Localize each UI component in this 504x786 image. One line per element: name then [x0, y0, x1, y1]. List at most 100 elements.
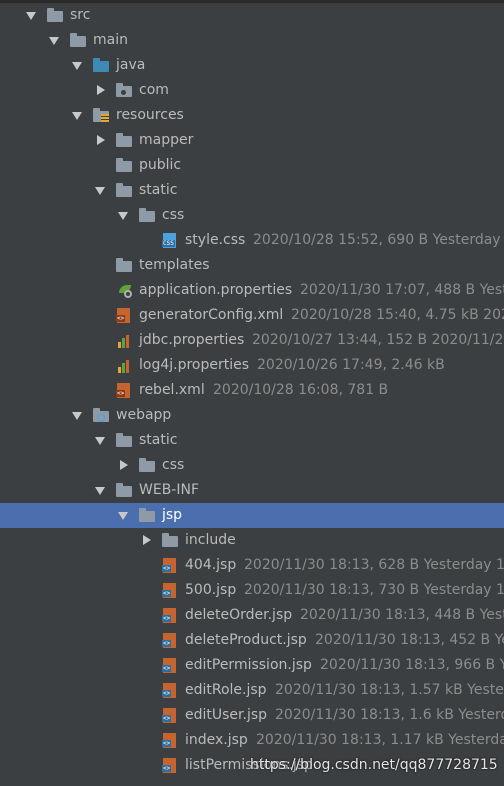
chevron-right-icon[interactable]: [139, 528, 153, 553]
tree-row-jsp[interactable]: jsp: [0, 503, 504, 528]
chevron-down-icon[interactable]: [116, 503, 130, 528]
tree-row-src[interactable]: src: [0, 3, 504, 28]
watermark-text: https://blog.csdn.net/qq877728715: [250, 757, 498, 773]
tree-row-style-css[interactable]: CSS style.css 2020/10/28 15:52, 690 B Yest…: [0, 228, 504, 253]
package-icon: [115, 82, 133, 98]
tree-row-webapp[interactable]: webapp: [0, 403, 504, 428]
tree-row-static[interactable]: static: [0, 178, 504, 203]
tree-item-label: WEB-INF: [139, 482, 199, 498]
web-folder-icon: [92, 407, 110, 423]
tree-item-label: resources: [116, 107, 184, 123]
tree-row-generatorconfig-xml[interactable]: <> generatorConfig.xml 2020/10/28 15:40, 4…: [0, 303, 504, 328]
tree-item-label: static: [139, 182, 178, 198]
tree-item-label: src: [70, 7, 91, 23]
project-tree[interactable]: src main java com resources mapper public stati…: [0, 3, 504, 778]
tree-item-label: java: [116, 57, 146, 73]
jsp-file-icon: <>: [161, 582, 179, 598]
tree-item-label: jdbc.properties: [139, 332, 245, 348]
resources-folder-icon: [92, 107, 110, 123]
xml-file-icon: <>: [115, 382, 133, 398]
file-meta-text: 2020/11/30 18:13, 730 B Yesterday 18:12: [244, 582, 504, 598]
chevron-down-icon[interactable]: [93, 428, 107, 453]
tree-row-editpermission-jsp[interactable]: <> editPermission.jsp 2020/11/30 18:13, 96…: [0, 653, 504, 678]
chevron-down-icon[interactable]: [70, 53, 84, 78]
chevron-down-icon[interactable]: [47, 28, 61, 53]
file-meta-text: 2020/11/30 18:13, 1.57 kB Yesterday: [275, 682, 504, 698]
tree-row-public[interactable]: public: [0, 153, 504, 178]
file-meta-text: 2020/10/26 17:49, 2.46 kB: [257, 357, 445, 373]
tree-row-index-jsp[interactable]: <> index.jsp 2020/11/30 18:13, 1.17 kB Yes…: [0, 728, 504, 753]
tree-row-resources[interactable]: resources: [0, 103, 504, 128]
jsp-file-icon: <>: [161, 707, 179, 723]
tree-item-label: include: [185, 532, 236, 548]
file-meta-text: 2020/11/30 18:13, 448 B Yesterd: [300, 607, 504, 623]
folder-icon: [115, 132, 133, 148]
chevron-right-icon[interactable]: [93, 78, 107, 103]
folder-icon: [69, 32, 87, 48]
tree-item-label: mapper: [139, 132, 194, 148]
tree-row-application-properties[interactable]: application.properties 2020/11/30 17:07, …: [0, 278, 504, 303]
chevron-down-icon[interactable]: [24, 3, 38, 28]
folder-icon: [138, 457, 156, 473]
tree-item-label: static: [139, 432, 178, 448]
tree-item-label: 500.jsp: [185, 582, 237, 598]
tree-item-label: application.properties: [139, 282, 293, 298]
folder-icon: [115, 182, 133, 198]
file-meta-text: 2020/11/30 17:07, 488 B Yesterday: [300, 282, 504, 298]
tree-row-templates[interactable]: templates: [0, 253, 504, 278]
folder-icon: [161, 532, 179, 548]
tree-row-com[interactable]: com: [0, 78, 504, 103]
properties-file-icon: [115, 332, 133, 348]
tree-row-404-jsp[interactable]: <> 404.jsp 2020/11/30 18:13, 628 B Yesterd…: [0, 553, 504, 578]
tree-row-web-inf[interactable]: WEB-INF: [0, 478, 504, 503]
jsp-file-icon: <>: [161, 682, 179, 698]
tree-row-editrole-jsp[interactable]: <> editRole.jsp 2020/11/30 18:13, 1.57 kB …: [0, 678, 504, 703]
tree-row-deleteproduct-jsp[interactable]: <> deleteProduct.jsp 2020/11/30 18:13, 452…: [0, 628, 504, 653]
tree-item-label: main: [93, 32, 128, 48]
tree-row-main[interactable]: main: [0, 28, 504, 53]
tree-row-mapper[interactable]: mapper: [0, 128, 504, 153]
chevron-down-icon[interactable]: [70, 403, 84, 428]
chevron-right-icon[interactable]: [116, 453, 130, 478]
tree-item-label: index.jsp: [185, 732, 248, 748]
tree-row-css[interactable]: css: [0, 203, 504, 228]
tree-row-include[interactable]: include: [0, 528, 504, 553]
chevron-down-icon[interactable]: [70, 103, 84, 128]
tree-row-jdbc-properties[interactable]: jdbc.properties 2020/10/27 13:44, 152 B 2…: [0, 328, 504, 353]
tree-row-deleteorder-jsp[interactable]: <> deleteOrder.jsp 2020/11/30 18:13, 448 B…: [0, 603, 504, 628]
chevron-down-icon[interactable]: [93, 178, 107, 203]
tree-item-label: rebel.xml: [139, 382, 205, 398]
spring-properties-icon: [115, 282, 133, 298]
tree-item-label: deleteOrder.jsp: [185, 607, 293, 623]
folder-icon: [115, 482, 133, 498]
tree-item-label: 404.jsp: [185, 557, 237, 573]
xml-file-icon: <>: [115, 307, 133, 323]
chevron-down-icon[interactable]: [93, 478, 107, 503]
jsp-file-icon: <>: [161, 732, 179, 748]
tree-item-label: style.css: [185, 232, 246, 248]
folder-icon: [138, 207, 156, 223]
chevron-right-icon[interactable]: [93, 128, 107, 153]
tree-row-rebel-xml[interactable]: <> rebel.xml 2020/10/28 16:08, 781 B: [0, 378, 504, 403]
tree-row-java[interactable]: java: [0, 53, 504, 78]
file-meta-text: 2020/11/30 18:13, 628 B Yesterday 18:12: [244, 557, 504, 573]
folder-icon: [115, 432, 133, 448]
tree-item-label: com: [139, 82, 169, 98]
tree-row-500-jsp[interactable]: <> 500.jsp 2020/11/30 18:13, 730 B Yesterd…: [0, 578, 504, 603]
tree-item-label: editUser.jsp: [185, 707, 268, 723]
file-meta-text: 2020/11/30 18:13, 452 B Yeste: [315, 632, 504, 648]
file-meta-text: 2020/11/30 18:13, 1.6 kB Yesterday 1: [275, 707, 504, 723]
tree-row-static[interactable]: static: [0, 428, 504, 453]
tree-row-log4j-properties[interactable]: log4j.properties 2020/10/26 17:49, 2.46 k…: [0, 353, 504, 378]
file-meta-text: 2020/10/27 13:44, 152 B 2020/11/27 16: [252, 332, 504, 348]
file-meta-text: 2020/11/30 18:13, 966 B Yest: [320, 657, 504, 673]
tree-item-label: deleteProduct.jsp: [185, 632, 307, 648]
file-meta-text: 2020/10/28 16:08, 781 B: [213, 382, 389, 398]
properties-file-icon: [115, 357, 133, 373]
tree-item-label: jsp: [162, 507, 183, 523]
tree-row-edituser-jsp[interactable]: <> editUser.jsp 2020/11/30 18:13, 1.6 kB Y…: [0, 703, 504, 728]
tree-item-label: editPermission.jsp: [185, 657, 312, 673]
tree-item-label: webapp: [116, 407, 172, 423]
chevron-down-icon[interactable]: [116, 203, 130, 228]
tree-row-css[interactable]: css: [0, 453, 504, 478]
